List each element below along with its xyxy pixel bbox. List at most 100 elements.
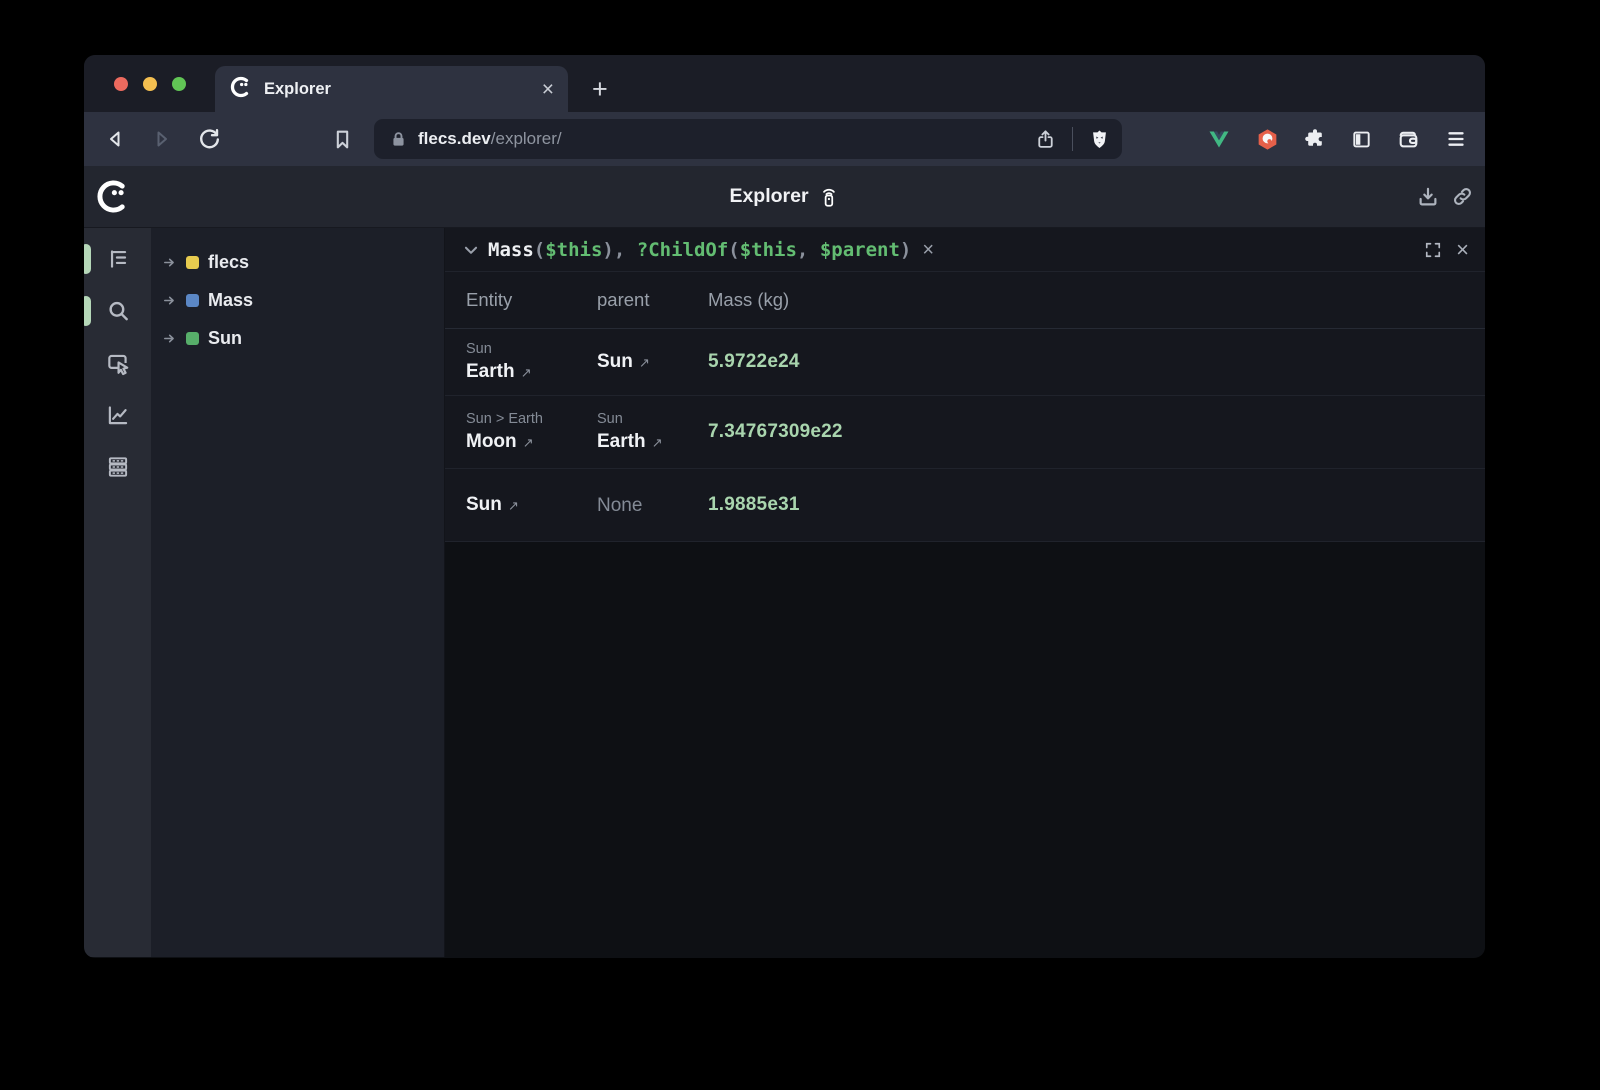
browser-tab-explorer[interactable]: Explorer ×: [215, 66, 568, 112]
close-window-button[interactable]: [114, 77, 128, 91]
parent-path: Sun: [597, 409, 708, 429]
entity-link[interactable]: Earth ↗: [466, 359, 597, 386]
vue-devtools-icon[interactable]: [1206, 127, 1232, 151]
entity-cell: Sun ↗: [466, 492, 597, 519]
lock-icon: [388, 129, 409, 150]
browser-window: Explorer × + flecs.dev /explorer/: [84, 55, 1485, 958]
query-segment: ): [900, 239, 911, 261]
parent-link[interactable]: Earth ↗: [597, 429, 708, 456]
clear-query-icon[interactable]: ×: [922, 240, 934, 260]
query-segment: ,: [797, 239, 820, 261]
entity-link[interactable]: Sun ↗: [466, 492, 597, 519]
mass-value: 1.9885e31: [708, 494, 1485, 516]
result-table-header: EntityparentMass (kg): [445, 272, 1485, 329]
query-segment: ),: [602, 239, 636, 261]
entity-color-swatch: [186, 256, 199, 269]
flecs-logo-icon[interactable]: [96, 179, 131, 214]
column-header-mass-kg: Mass (kg): [708, 289, 1485, 311]
entity-color-swatch: [186, 294, 199, 307]
bookmark-icon[interactable]: [328, 127, 356, 152]
query-segment: $this: [545, 239, 602, 261]
column-header-parent: parent: [597, 289, 708, 311]
sidebar-item-entity-tree[interactable]: [101, 242, 135, 276]
external-link-icon: ↗: [648, 436, 663, 451]
query-segment: ?ChildOf: [637, 239, 729, 261]
entity-path: Sun > Earth: [466, 409, 597, 429]
query-expression[interactable]: Mass($this), ?ChildOf($this, $parent): [488, 239, 911, 261]
tab-close-icon[interactable]: ×: [542, 79, 554, 100]
download-icon[interactable]: [1415, 184, 1441, 210]
toolbar-divider: [1072, 127, 1074, 151]
url-path: /explorer/: [491, 129, 562, 149]
mass-value: 7.34767309e22: [708, 421, 1485, 443]
parent-cell: None: [597, 493, 708, 518]
query-segment: $parent: [820, 239, 900, 261]
entity-path: Sun: [466, 339, 597, 359]
sidebar-item-stats-chart[interactable]: [101, 398, 135, 432]
query-segment: $this: [740, 239, 797, 261]
fullscreen-icon[interactable]: [1423, 240, 1443, 260]
sidebar-item-query-search[interactable]: [101, 294, 135, 328]
back-button[interactable]: [101, 125, 129, 153]
extensions-puzzle-icon[interactable]: [1303, 127, 1327, 151]
tree-item-label: Mass: [208, 290, 253, 311]
column-header-entity: Entity: [466, 289, 597, 311]
query-segment: Mass: [488, 239, 534, 261]
tree-item-Sun[interactable]: Sun: [151, 319, 444, 357]
entity-cell: Sun > EarthMoon ↗: [466, 409, 597, 456]
extension-icons: [1122, 127, 1468, 152]
copy-link-icon[interactable]: [1450, 184, 1475, 209]
query-panel: Mass($this), ?ChildOf($this, $parent) × …: [445, 228, 1485, 957]
external-link-icon: ↗: [635, 356, 650, 371]
tab-bar: Explorer × +: [84, 55, 1485, 112]
page-title-text: Explorer: [729, 185, 808, 208]
extension-hexagon-icon[interactable]: [1255, 127, 1280, 152]
sidebar-item-tables[interactable]: [101, 450, 135, 484]
wallet-icon[interactable]: [1396, 127, 1421, 152]
tool-sidebar: [84, 228, 151, 957]
entity-tree: flecs Mass Sun: [151, 228, 445, 957]
table-row: Sun ↗None1.9885e31: [445, 469, 1485, 542]
parent-cell: SunEarth ↗: [597, 409, 708, 456]
parent-link[interactable]: Sun ↗: [597, 349, 708, 376]
traffic-lights: [114, 55, 186, 112]
forward-button[interactable]: [148, 125, 176, 153]
address-bar[interactable]: flecs.dev /explorer/: [374, 119, 1122, 159]
entity-link[interactable]: Moon ↗: [466, 429, 597, 456]
table-row: Sun > EarthMoon ↗SunEarth ↗7.34767309e22: [445, 396, 1485, 469]
remote-connection-icon: [818, 186, 840, 208]
tree-item-Mass[interactable]: Mass: [151, 281, 444, 319]
mass-value: 5.9722e24: [708, 351, 1485, 373]
tree-item-label: flecs: [208, 252, 249, 273]
table-row: SunEarth ↗Sun ↗5.9722e24: [445, 329, 1485, 396]
browser-menu-icon[interactable]: [1444, 127, 1468, 151]
sidebar-item-inspect[interactable]: [101, 346, 135, 380]
expand-arrow-icon[interactable]: [162, 255, 177, 270]
entity-cell: SunEarth ↗: [466, 339, 597, 386]
minimize-window-button[interactable]: [143, 77, 157, 91]
expand-arrow-icon[interactable]: [162, 331, 177, 346]
browser-toolbar: flecs.dev /explorer/: [84, 112, 1485, 166]
expand-arrow-icon[interactable]: [162, 293, 177, 308]
tree-item-flecs[interactable]: flecs: [151, 243, 444, 281]
sidebar-toggle-icon[interactable]: [1350, 128, 1373, 151]
tab-title: Explorer: [264, 80, 542, 99]
entity-color-swatch: [186, 332, 199, 345]
refresh-button[interactable]: [195, 125, 223, 153]
parent-none: None: [597, 493, 708, 518]
page-title: Explorer: [729, 185, 839, 208]
query-segment: (: [728, 239, 739, 261]
brave-shield-icon[interactable]: [1088, 128, 1111, 151]
tree-item-label: Sun: [208, 328, 242, 349]
share-icon[interactable]: [1034, 128, 1057, 151]
external-link-icon: ↗: [519, 436, 534, 451]
query-segment: (: [534, 239, 545, 261]
zoom-window-button[interactable]: [172, 77, 186, 91]
close-query-icon[interactable]: ×: [1456, 239, 1469, 261]
parent-cell: Sun ↗: [597, 349, 708, 376]
result-table-body: SunEarth ↗Sun ↗5.9722e24Sun > EarthMoon …: [445, 329, 1485, 542]
new-tab-button[interactable]: +: [592, 66, 608, 112]
query-header: Mass($this), ?ChildOf($this, $parent) × …: [445, 228, 1485, 272]
chevron-down-icon[interactable]: [462, 241, 480, 259]
explorer-header: Explorer: [84, 166, 1485, 228]
